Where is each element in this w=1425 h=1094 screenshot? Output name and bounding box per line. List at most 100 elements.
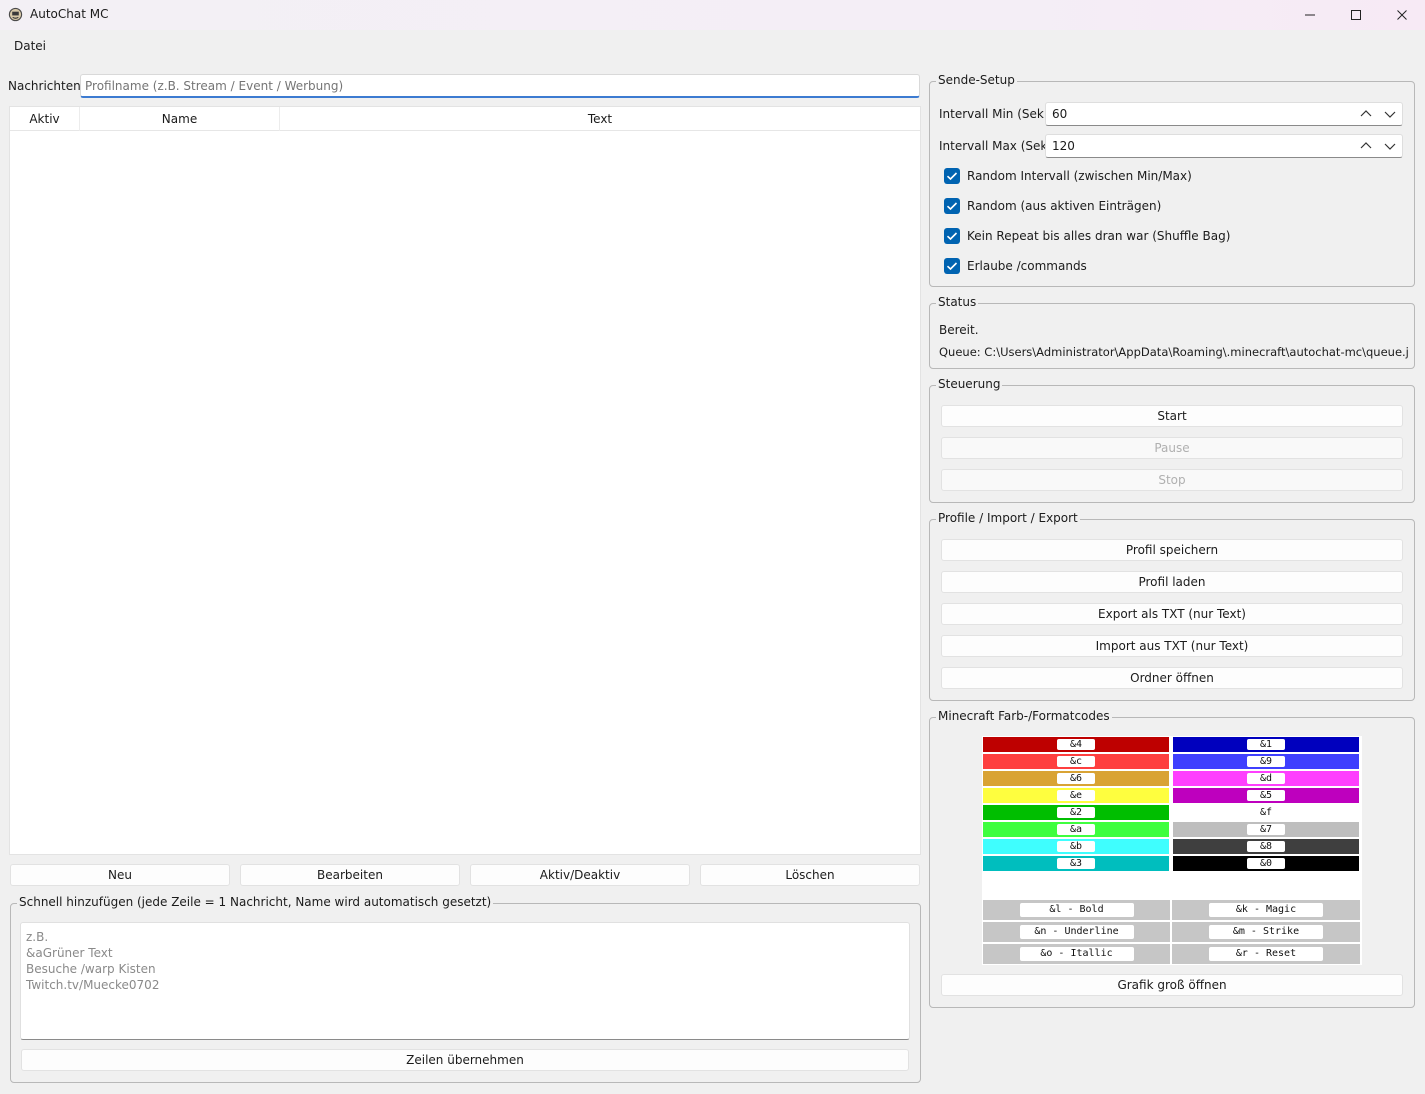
messages-label: Nachrichten [8, 79, 81, 93]
color-swatch: &b [983, 839, 1169, 854]
import-txt-button[interactable]: Import aus TXT (nur Text) [941, 635, 1403, 657]
column-header-text[interactable]: Text [280, 107, 920, 131]
chevron-up-icon[interactable] [1358, 106, 1374, 122]
color-code: &3 [1057, 858, 1095, 869]
format-code: &o - Itallic [1019, 947, 1134, 961]
window-title: AutoChat MC [30, 7, 109, 21]
checkmark-icon [946, 262, 958, 271]
interval-max-label: Intervall Max (Sek.) [939, 139, 1056, 153]
open-folder-button[interactable]: Ordner öffnen [941, 667, 1403, 689]
format-code-cell: &m - Strike [1172, 922, 1360, 942]
allow-commands-checkbox[interactable] [944, 258, 960, 274]
color-swatch: &9 [1173, 754, 1359, 769]
close-icon [1397, 10, 1407, 20]
toggle-active-button[interactable]: Aktiv/Deaktiv [470, 864, 690, 886]
color-swatch: &a [983, 822, 1169, 837]
format-code-cell: &n - Underline [983, 922, 1170, 942]
stop-button[interactable]: Stop [941, 469, 1403, 491]
color-code: &a [1057, 824, 1095, 835]
format-code: &r - Reset [1209, 947, 1323, 961]
status-title: Status [936, 295, 979, 309]
export-txt-button[interactable]: Export als TXT (nur Text) [941, 603, 1403, 625]
format-code: &n - Underline [1019, 925, 1134, 939]
format-code-cell: &k - Magic [1172, 900, 1360, 920]
load-profile-button[interactable]: Profil laden [941, 571, 1403, 593]
profile-name-input[interactable] [80, 74, 920, 98]
random-entries-checkbox[interactable] [944, 198, 960, 214]
start-button[interactable]: Start [941, 405, 1403, 427]
shuffle-bag-checkbox[interactable] [944, 228, 960, 244]
quick-add-title: Schnell hinzufügen (jede Zeile = 1 Nachr… [17, 895, 494, 909]
color-swatch: &7 [1173, 822, 1359, 837]
color-code: &e [1057, 790, 1095, 801]
color-swatch: &c [983, 754, 1169, 769]
control-title: Steuerung [936, 377, 1003, 391]
menu-bar: Datei [0, 30, 1425, 64]
chevron-down-icon[interactable] [1382, 138, 1398, 154]
status-group: Status Bereit. Queue: C:\Users\Administr… [929, 295, 1415, 369]
title-bar: AutoChat MC [0, 0, 1425, 30]
interval-min-spinner[interactable]: 60 [1045, 102, 1403, 126]
random-entries-label: Random (aus aktiven Einträgen) [967, 199, 1162, 213]
color-swatch: &3 [983, 856, 1169, 871]
color-swatch: &d [1173, 771, 1359, 786]
maximize-icon [1351, 10, 1361, 20]
color-code: &7 [1247, 824, 1285, 835]
random-interval-label: Random Intervall (zwischen Min/Max) [967, 169, 1192, 183]
shuffle-bag-label: Kein Repeat bis alles dran war (Shuffle … [967, 229, 1231, 243]
color-swatch: &5 [1173, 788, 1359, 803]
color-code: &6 [1057, 773, 1095, 784]
allow-commands-label: Erlaube /commands [967, 259, 1087, 273]
color-code: &0 [1247, 858, 1285, 869]
random-interval-checkbox[interactable] [944, 168, 960, 184]
chevron-up-icon[interactable] [1358, 138, 1374, 154]
interval-max-spinner[interactable]: 120 [1045, 134, 1403, 158]
apply-lines-button[interactable]: Zeilen übernehmen [21, 1049, 909, 1071]
color-swatch: &0 [1173, 856, 1359, 871]
open-graphic-button[interactable]: Grafik groß öffnen [941, 974, 1403, 996]
interval-max-value: 120 [1052, 139, 1075, 153]
app-icon [8, 7, 23, 22]
color-code: &9 [1247, 756, 1285, 767]
color-codes-graphic: &4 &c &6 &e &2 &a &b &3 &1 &9 &d &5 &f &… [982, 736, 1362, 965]
save-profile-button[interactable]: Profil speichern [941, 539, 1403, 561]
profiles-title: Profile / Import / Export [936, 511, 1080, 525]
color-code: &f [1247, 807, 1285, 818]
messages-table[interactable]: Aktiv Name Text [9, 106, 921, 855]
interval-min-value: 60 [1052, 107, 1068, 121]
color-code: &c [1057, 756, 1095, 767]
color-code: &d [1247, 773, 1285, 784]
color-swatch: &1 [1173, 737, 1359, 752]
quick-add-textarea[interactable]: z.B. &aGrüner Text Besuche /warp Kisten … [20, 922, 910, 1040]
format-code: &k - Magic [1209, 903, 1323, 917]
interval-min-label: Intervall Min (Sek.) [939, 107, 1053, 121]
maximize-button[interactable] [1333, 0, 1379, 30]
color-code: &b [1057, 841, 1095, 852]
color-swatch: &e [983, 788, 1169, 803]
column-header-active[interactable]: Aktiv [10, 107, 80, 131]
edit-button[interactable]: Bearbeiten [240, 864, 460, 886]
status-text: Bereit. [939, 323, 979, 337]
table-header: Aktiv Name Text [10, 107, 920, 131]
color-swatch: &2 [983, 805, 1169, 820]
send-setup-group: Sende-Setup Intervall Min (Sek.) 60 Inte… [929, 73, 1415, 287]
color-code: &1 [1247, 739, 1285, 750]
color-swatch: &6 [983, 771, 1169, 786]
minimize-button[interactable] [1287, 0, 1333, 30]
menu-file[interactable]: Datei [6, 36, 54, 56]
delete-button[interactable]: Löschen [700, 864, 920, 886]
color-code: &4 [1057, 739, 1095, 750]
color-code: &8 [1247, 841, 1285, 852]
queue-path: Queue: C:\Users\Administrator\AppData\Ro… [939, 345, 1409, 359]
checkmark-icon [946, 232, 958, 241]
chevron-down-icon[interactable] [1382, 106, 1398, 122]
color-code: &5 [1247, 790, 1285, 801]
new-button[interactable]: Neu [10, 864, 230, 886]
pause-button[interactable]: Pause [941, 437, 1403, 459]
checkmark-icon [946, 202, 958, 211]
format-code-cell: &o - Itallic [983, 944, 1170, 964]
column-header-name[interactable]: Name [80, 107, 280, 131]
close-button[interactable] [1379, 0, 1425, 30]
checkmark-icon [946, 172, 958, 181]
color-swatch: &8 [1173, 839, 1359, 854]
